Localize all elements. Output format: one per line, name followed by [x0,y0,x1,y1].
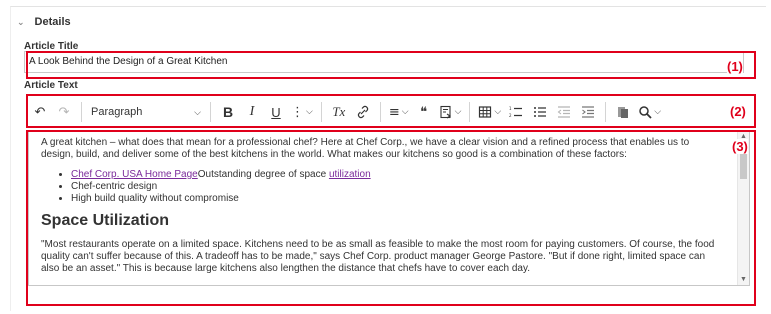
align-icon: ≡ [388,104,400,120]
toolbar-divider [469,102,471,122]
paste-button[interactable] [611,101,635,123]
section-heading: Space Utilization [41,212,170,229]
toolbar-divider [605,102,607,122]
list-item: Chef-centric design [71,181,721,193]
article-text-label: Article Text [24,80,78,91]
more-vertical-icon: ⋮ [291,104,304,120]
numbered-list-button[interactable]: 12 [504,101,528,123]
editor-content[interactable]: A great kitchen – what does that mean fo… [41,137,721,283]
scroll-down-icon[interactable]: ▼ [740,276,747,283]
clear-format-icon: Tx [332,104,346,119]
undo-icon[interactable]: ↶ [28,101,52,123]
chevron-down-icon[interactable]: ⌄ [17,17,25,28]
find-replace-button[interactable]: ⌵ [635,101,664,123]
body-paragraph: "Most restaurants operate on a limited s… [41,239,715,274]
annotation-label-1: (1) [727,59,743,74]
align-button[interactable]: ≡ ⌵ [386,101,412,123]
link-icon [357,105,368,119]
clear-formatting-button[interactable]: Tx [327,101,351,123]
numbered-list-icon: 12 [509,106,523,118]
insert-table-button[interactable]: ⌵ [475,101,504,123]
chevron-down-icon: ⌵ [654,107,662,117]
insert-content-icon [440,105,451,119]
indent-icon [582,106,595,118]
toolbar-divider [81,102,82,122]
list-item: Chef Corp. USA Home PageOutstanding degr… [71,169,721,181]
home-page-link[interactable]: Chef Corp. USA Home Page [71,169,198,180]
outdent-button[interactable] [552,101,576,123]
paragraph-format-value: Paragraph [91,106,143,118]
editor-scrollbar[interactable]: ▲ ▼ [737,131,749,285]
section-title: Details [34,16,71,28]
indent-button[interactable] [576,101,600,123]
insert-link-button[interactable] [351,101,375,123]
quote-icon: ❝ [420,104,428,120]
find-replace-icon [639,106,652,119]
bold-button[interactable]: B [216,101,240,123]
toolbar-divider [379,102,381,122]
editor-toolbar: ↶ ↷ Paragraph ⌵ B I U ⋮ ⌵ Tx ≡ ⌵ ❝ ⌵ ⌵ 1… [28,98,748,126]
utilization-link[interactable]: utilization [329,169,371,180]
more-formatting-button[interactable]: ⋮ ⌵ [288,101,316,123]
chevron-down-icon: ⌵ [401,107,409,117]
toolbar-divider [210,102,211,122]
redo-icon[interactable]: ↷ [52,101,76,123]
list-item-text: Outstanding degree of space [197,169,329,180]
bulleted-list-button[interactable] [528,101,552,123]
annotation-label-2: (2) [730,104,746,119]
chevron-down-icon: ⌵ [194,106,201,117]
svg-text:1: 1 [509,106,512,111]
italic-button[interactable]: I [240,101,264,123]
details-section-header[interactable]: ⌄ Details [17,16,71,28]
article-text-editor[interactable]: A great kitchen – what does that mean fo… [28,130,750,286]
bulleted-list-icon [534,107,547,117]
chevron-down-icon: ⌵ [494,107,502,117]
underline-button[interactable]: U [264,101,288,123]
chevron-down-icon: ⌵ [306,107,313,117]
svg-text:2: 2 [509,113,512,118]
list-item: High build quality without compromise [71,193,721,205]
intro-paragraph: A great kitchen – what does that mean fo… [41,137,690,160]
blockquote-button[interactable]: ❝ [412,101,436,123]
factors-list: Chef Corp. USA Home PageOutstanding degr… [41,169,721,205]
chevron-down-icon: ⌵ [454,107,462,117]
outdent-icon [557,106,571,118]
article-title-input[interactable]: A Look Behind the Design of a Great Kitc… [24,51,744,73]
toolbar-divider [320,102,322,122]
paragraph-format-dropdown[interactable]: Paragraph ⌵ [87,101,205,123]
insert-snippet-button[interactable]: ⌵ [436,101,465,123]
table-icon [479,106,492,118]
paste-icon [618,107,629,118]
annotation-label-3: (3) [732,139,748,154]
